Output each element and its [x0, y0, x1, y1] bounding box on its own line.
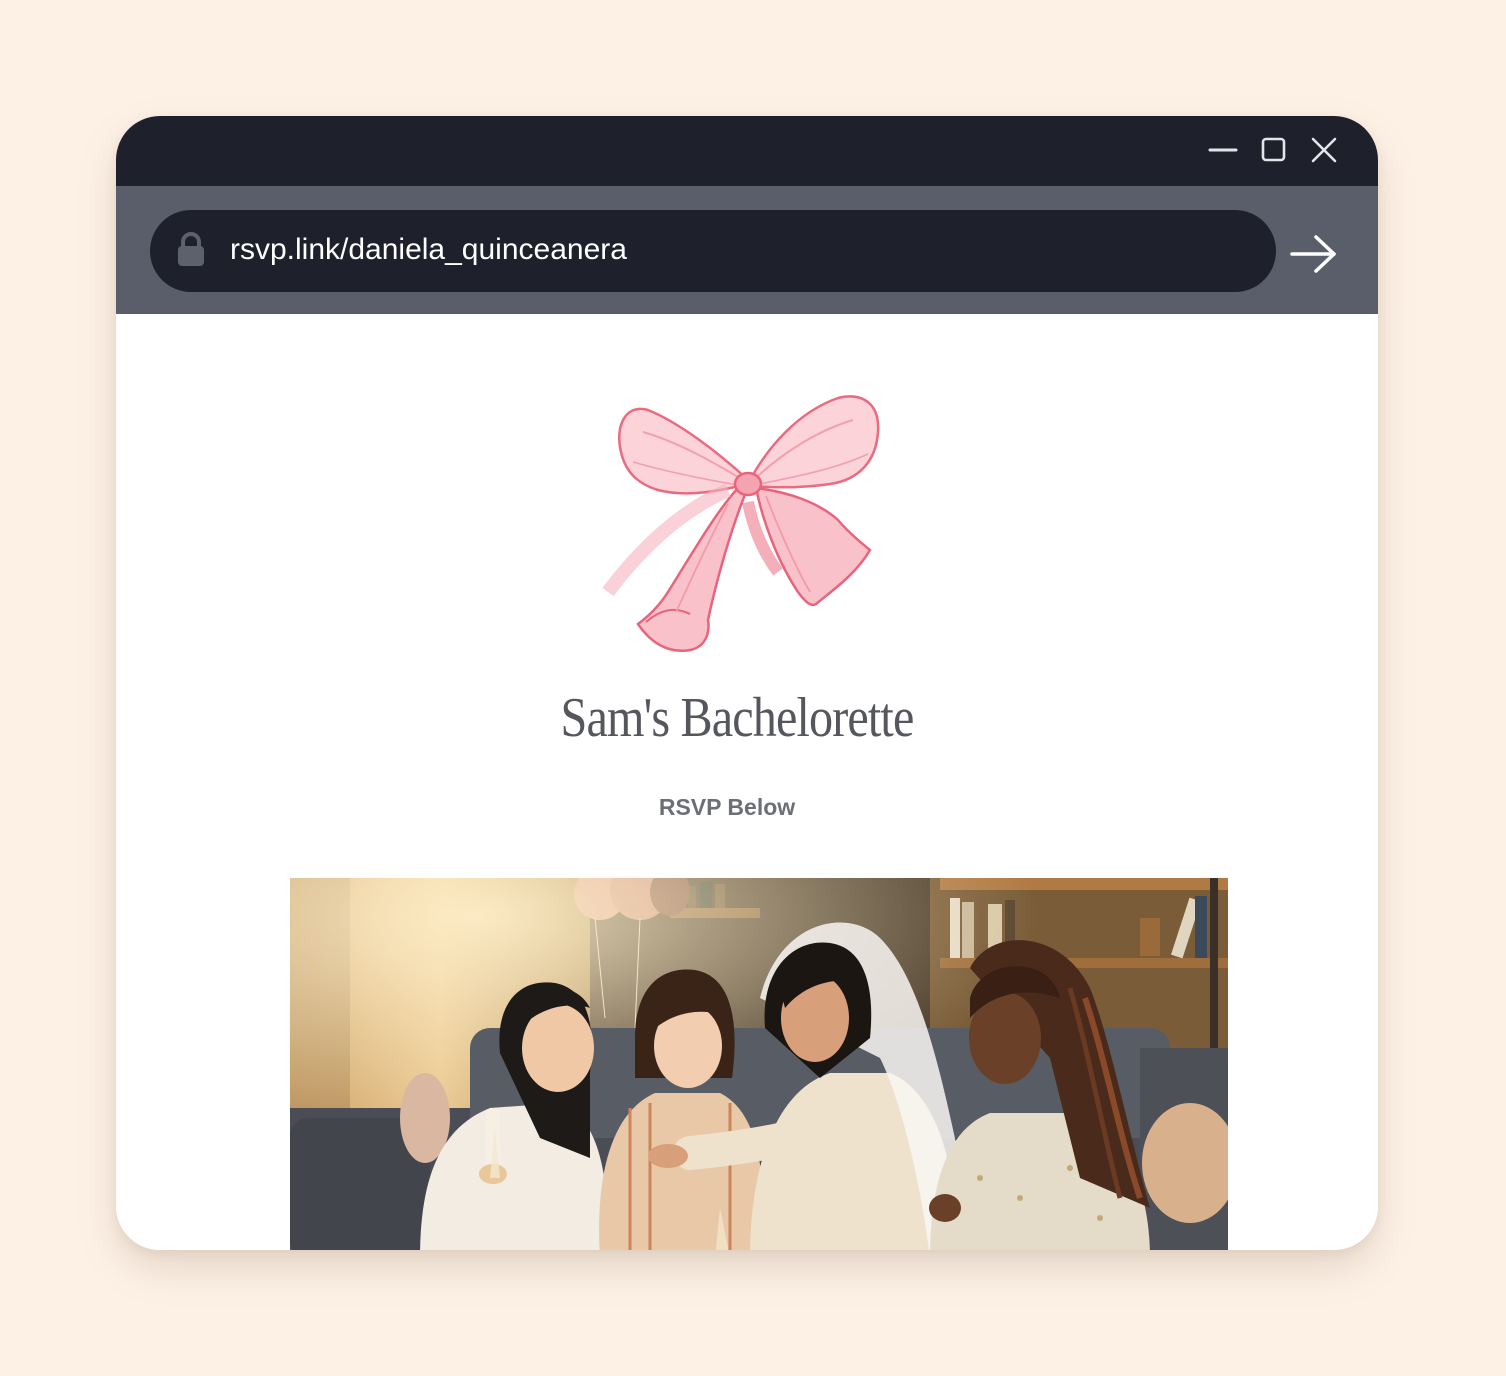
address-bar[interactable]: rsvp.link/daniela_quinceanera [150, 210, 1276, 292]
close-icon[interactable] [1307, 134, 1341, 168]
maximize-icon[interactable] [1257, 134, 1291, 168]
event-title: Sam's Bachelorette [560, 687, 915, 749]
lock-icon [176, 232, 206, 268]
minimize-icon[interactable] [1206, 134, 1240, 168]
url-text[interactable]: rsvp.link/daniela_quinceanera [230, 210, 627, 292]
rsvp-heading: RSVP Below [658, 794, 796, 820]
browser-toolbar: rsvp.link/daniela_quinceanera [116, 186, 1378, 314]
ribbon-bow-icon [598, 392, 898, 662]
page-content: Sam's Bachelorette RSVP Below [116, 314, 1378, 1250]
title-bar [116, 116, 1378, 186]
browser-window: rsvp.link/daniela_quinceanera Sam's Bach… [116, 116, 1378, 1250]
arrow-right-icon[interactable] [1286, 232, 1340, 276]
group-photo [290, 878, 1228, 1250]
